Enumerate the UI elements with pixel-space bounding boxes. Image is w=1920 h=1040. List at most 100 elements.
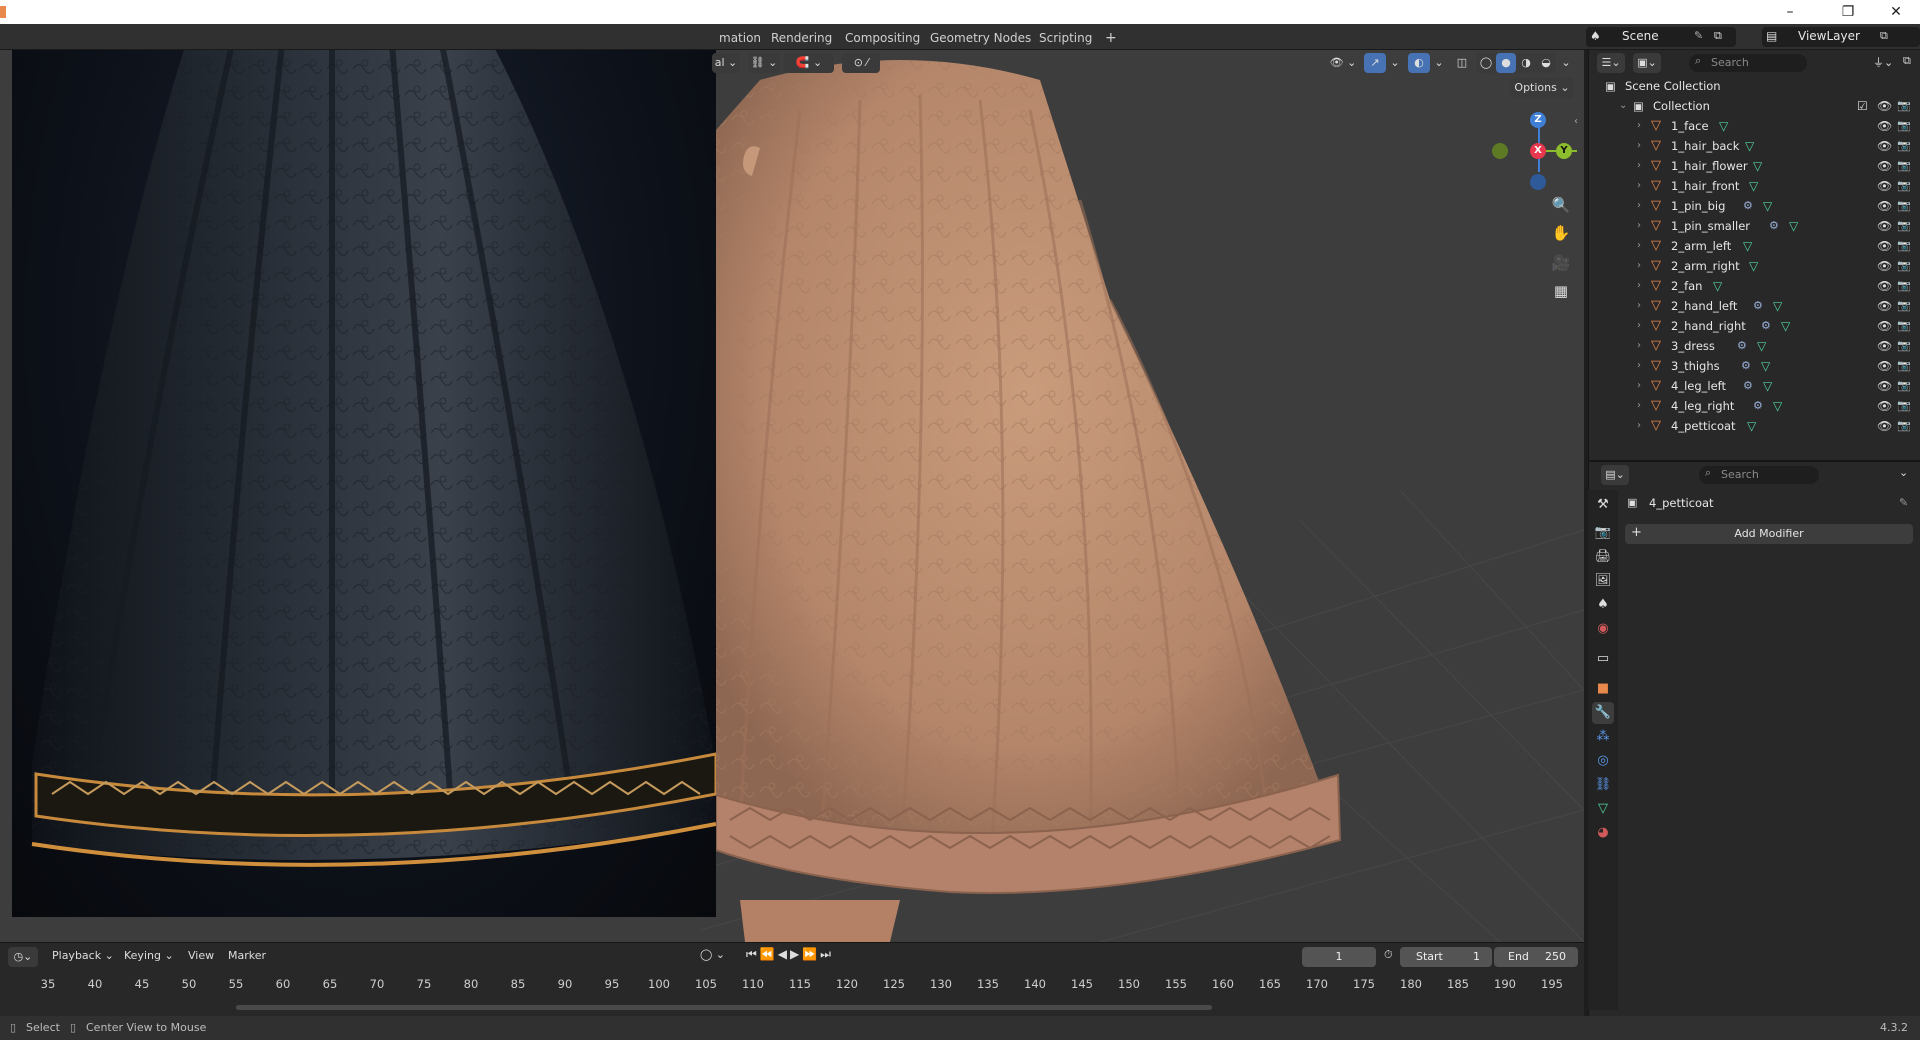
camera-icon[interactable]: 📷 xyxy=(1897,216,1911,236)
mesh-data-icon[interactable]: ▽ xyxy=(1763,376,1772,396)
camera-icon[interactable]: 📷 xyxy=(1897,176,1911,196)
outliner-object-row[interactable]: › ▽ 4_leg_left ⚙ ▽ 👁 📷 xyxy=(1589,376,1920,396)
eye-icon[interactable]: 👁 xyxy=(1877,216,1892,236)
properties-options-icon[interactable]: ⌄ xyxy=(1899,466,1908,479)
view-menu[interactable]: View xyxy=(188,949,214,962)
eye-icon[interactable]: 👁 xyxy=(1877,156,1892,176)
tab-compositing[interactable]: Compositing xyxy=(838,28,927,48)
gizmo-dropdown-icon[interactable]: ⌄ xyxy=(1388,53,1402,73)
outliner-object-row[interactable]: › ▽ 1_hair_back ▽ 👁 📷 xyxy=(1589,136,1920,156)
new-scene-icon[interactable]: ⧉ xyxy=(1714,29,1722,43)
editor-type-icon[interactable]: ☰⌄ xyxy=(1597,53,1625,73)
overlays-toggle-icon[interactable]: ◐ xyxy=(1408,53,1430,73)
scene-selector[interactable]: ♠ Scene ✎ ⧉ xyxy=(1586,27,1736,47)
modifier-icon[interactable]: ⚙ xyxy=(1743,376,1753,396)
tab-scripting[interactable]: Scripting xyxy=(1032,28,1099,48)
mesh-data-icon[interactable]: ▽ xyxy=(1757,336,1766,356)
output-tab-icon[interactable]: 🖨 xyxy=(1592,546,1614,568)
outliner-object-row[interactable]: › ▽ 4_leg_right ⚙ ▽ 👁 📷 xyxy=(1589,396,1920,416)
camera-icon[interactable]: 📷 xyxy=(1897,136,1911,156)
camera-icon[interactable]: 📷 xyxy=(1897,116,1911,136)
camera-icon[interactable]: 📷 xyxy=(1897,196,1911,216)
camera-icon[interactable]: 📷 xyxy=(1897,376,1911,396)
chevron-right-icon[interactable]: › xyxy=(1637,416,1641,436)
chevron-right-icon[interactable]: › xyxy=(1637,376,1641,396)
timeline-editor-type-icon[interactable]: ◷⌄ xyxy=(8,947,38,967)
chevron-right-icon[interactable]: › xyxy=(1637,336,1641,356)
modifier-icon[interactable]: ⚙ xyxy=(1753,296,1763,316)
eye-icon[interactable]: 👁 xyxy=(1877,196,1892,216)
particles-tab-icon[interactable]: ⁂ xyxy=(1592,726,1614,748)
eye-icon[interactable]: 👁 xyxy=(1877,376,1892,396)
keying-menu[interactable]: Keying ⌄ xyxy=(124,949,174,962)
eye-icon[interactable]: 👁 xyxy=(1877,116,1892,136)
gizmo-neg-y-axis[interactable] xyxy=(1492,143,1508,159)
mesh-data-icon[interactable]: ▽ xyxy=(1743,236,1752,256)
outliner-object-row[interactable]: › ▽ 2_arm_left ▽ 👁 📷 xyxy=(1589,236,1920,256)
camera-icon[interactable]: 📷 xyxy=(1897,416,1911,436)
collapse-sidebar-icon[interactable]: ‹ xyxy=(1574,116,1578,127)
physics-tab-icon[interactable]: ◎ xyxy=(1592,750,1614,772)
modifier-tab-icon[interactable]: 🔧 xyxy=(1592,702,1614,724)
outliner-object-row[interactable]: › ▽ 2_arm_right ▽ 👁 📷 xyxy=(1589,256,1920,276)
camera-icon[interactable]: 📷 xyxy=(1897,276,1911,296)
rendered-shading-icon[interactable]: ◒ xyxy=(1536,53,1556,73)
material-shading-icon[interactable]: ◑ xyxy=(1516,53,1536,73)
chevron-right-icon[interactable]: › xyxy=(1637,196,1641,216)
close-button[interactable]: ✕ xyxy=(1876,2,1916,22)
material-tab-icon[interactable]: ◕ xyxy=(1592,822,1614,844)
marker-menu[interactable]: Marker xyxy=(228,949,266,962)
display-mode-icon[interactable]: ▣⌄ xyxy=(1633,53,1661,73)
viewlayer-selector[interactable]: ▤ ViewLayer ⧉ xyxy=(1762,27,1920,47)
eye-icon[interactable]: 👁 xyxy=(1877,176,1892,196)
pan-hand-icon[interactable]: ✋ xyxy=(1548,220,1574,246)
outliner-object-row[interactable]: › ▽ 4_petticoat ▽ 👁 📷 xyxy=(1589,416,1920,436)
camera-view-icon[interactable]: 🎥 xyxy=(1548,250,1574,276)
scene-tab-icon[interactable]: ♠ xyxy=(1592,594,1614,616)
chevron-right-icon[interactable]: › xyxy=(1637,276,1641,296)
outliner-object-row[interactable]: › ▽ 1_pin_big ⚙ ▽ 👁 📷 xyxy=(1589,196,1920,216)
chevron-right-icon[interactable]: › xyxy=(1637,136,1641,156)
eye-icon[interactable]: 👁 xyxy=(1877,236,1892,256)
mesh-data-icon[interactable]: ▽ xyxy=(1773,296,1782,316)
outliner-object-row[interactable]: › ▽ 2_hand_left ⚙ ▽ 👁 📷 xyxy=(1589,296,1920,316)
chevron-right-icon[interactable]: › xyxy=(1637,176,1641,196)
restore-button[interactable]: ❐ xyxy=(1828,2,1868,22)
start-frame-field[interactable]: Start 1 xyxy=(1400,947,1492,967)
perspective-grid-icon[interactable]: ▦ xyxy=(1548,278,1574,304)
eye-icon[interactable]: 👁 xyxy=(1877,356,1892,376)
stopwatch-icon[interactable]: ⏱ xyxy=(1384,948,1393,962)
camera-icon[interactable]: 📷 xyxy=(1897,296,1911,316)
new-collection-icon[interactable]: ⧉ xyxy=(1903,54,1911,68)
snap-icon[interactable]: 🧲 ⌄ xyxy=(784,53,834,73)
tab-rendering[interactable]: Rendering xyxy=(764,28,839,48)
filter-icon[interactable]: ⏚⌄ xyxy=(1873,54,1893,70)
scene-collection-row[interactable]: ▣ Scene Collection xyxy=(1589,76,1920,96)
camera-icon[interactable]: 📷 xyxy=(1897,236,1911,256)
outliner-object-row[interactable]: › ▽ 1_pin_smaller ⚙ ▽ 👁 📷 xyxy=(1589,216,1920,236)
eye-icon[interactable]: 👁 xyxy=(1877,416,1892,436)
modifier-icon[interactable]: ⚙ xyxy=(1741,356,1751,376)
mesh-data-icon[interactable]: ▽ xyxy=(1781,316,1790,336)
eye-icon[interactable]: 👁 xyxy=(1877,296,1892,316)
chevron-right-icon[interactable]: › xyxy=(1637,156,1641,176)
chevron-right-icon[interactable]: › xyxy=(1637,236,1641,256)
render-tab-icon[interactable]: 📷 xyxy=(1592,522,1614,544)
add-modifier-button[interactable]: + Add Modifier xyxy=(1625,524,1913,544)
eye-icon[interactable]: 👁 xyxy=(1877,276,1892,296)
properties-search-input[interactable]: Search xyxy=(1699,466,1819,484)
pin-icon[interactable]: ✎ xyxy=(1899,496,1908,509)
gizmo-neg-z-axis[interactable] xyxy=(1530,174,1546,190)
zoom-icon[interactable]: 🔍 xyxy=(1548,192,1574,218)
exclude-checkbox[interactable]: ☑ xyxy=(1857,96,1868,116)
eye-icon[interactable]: 👁 xyxy=(1877,336,1892,356)
mode-selector[interactable]: al ⌄ xyxy=(712,53,740,73)
outliner-object-row[interactable]: › ▽ 3_dress ⚙ ▽ 👁 📷 xyxy=(1589,336,1920,356)
playback-controls[interactable]: ⏮⏪◀▶⏩⏭ xyxy=(746,947,834,962)
modifier-icon[interactable]: ⚙ xyxy=(1769,216,1779,236)
tab-animation[interactable]: mation xyxy=(712,28,768,48)
mesh-data-icon[interactable]: ▽ xyxy=(1789,216,1798,236)
gizmo-z-axis[interactable]: Z xyxy=(1530,112,1546,128)
mesh-data-icon[interactable]: ▽ xyxy=(1713,276,1722,296)
camera-icon[interactable]: 📷 xyxy=(1897,356,1911,376)
